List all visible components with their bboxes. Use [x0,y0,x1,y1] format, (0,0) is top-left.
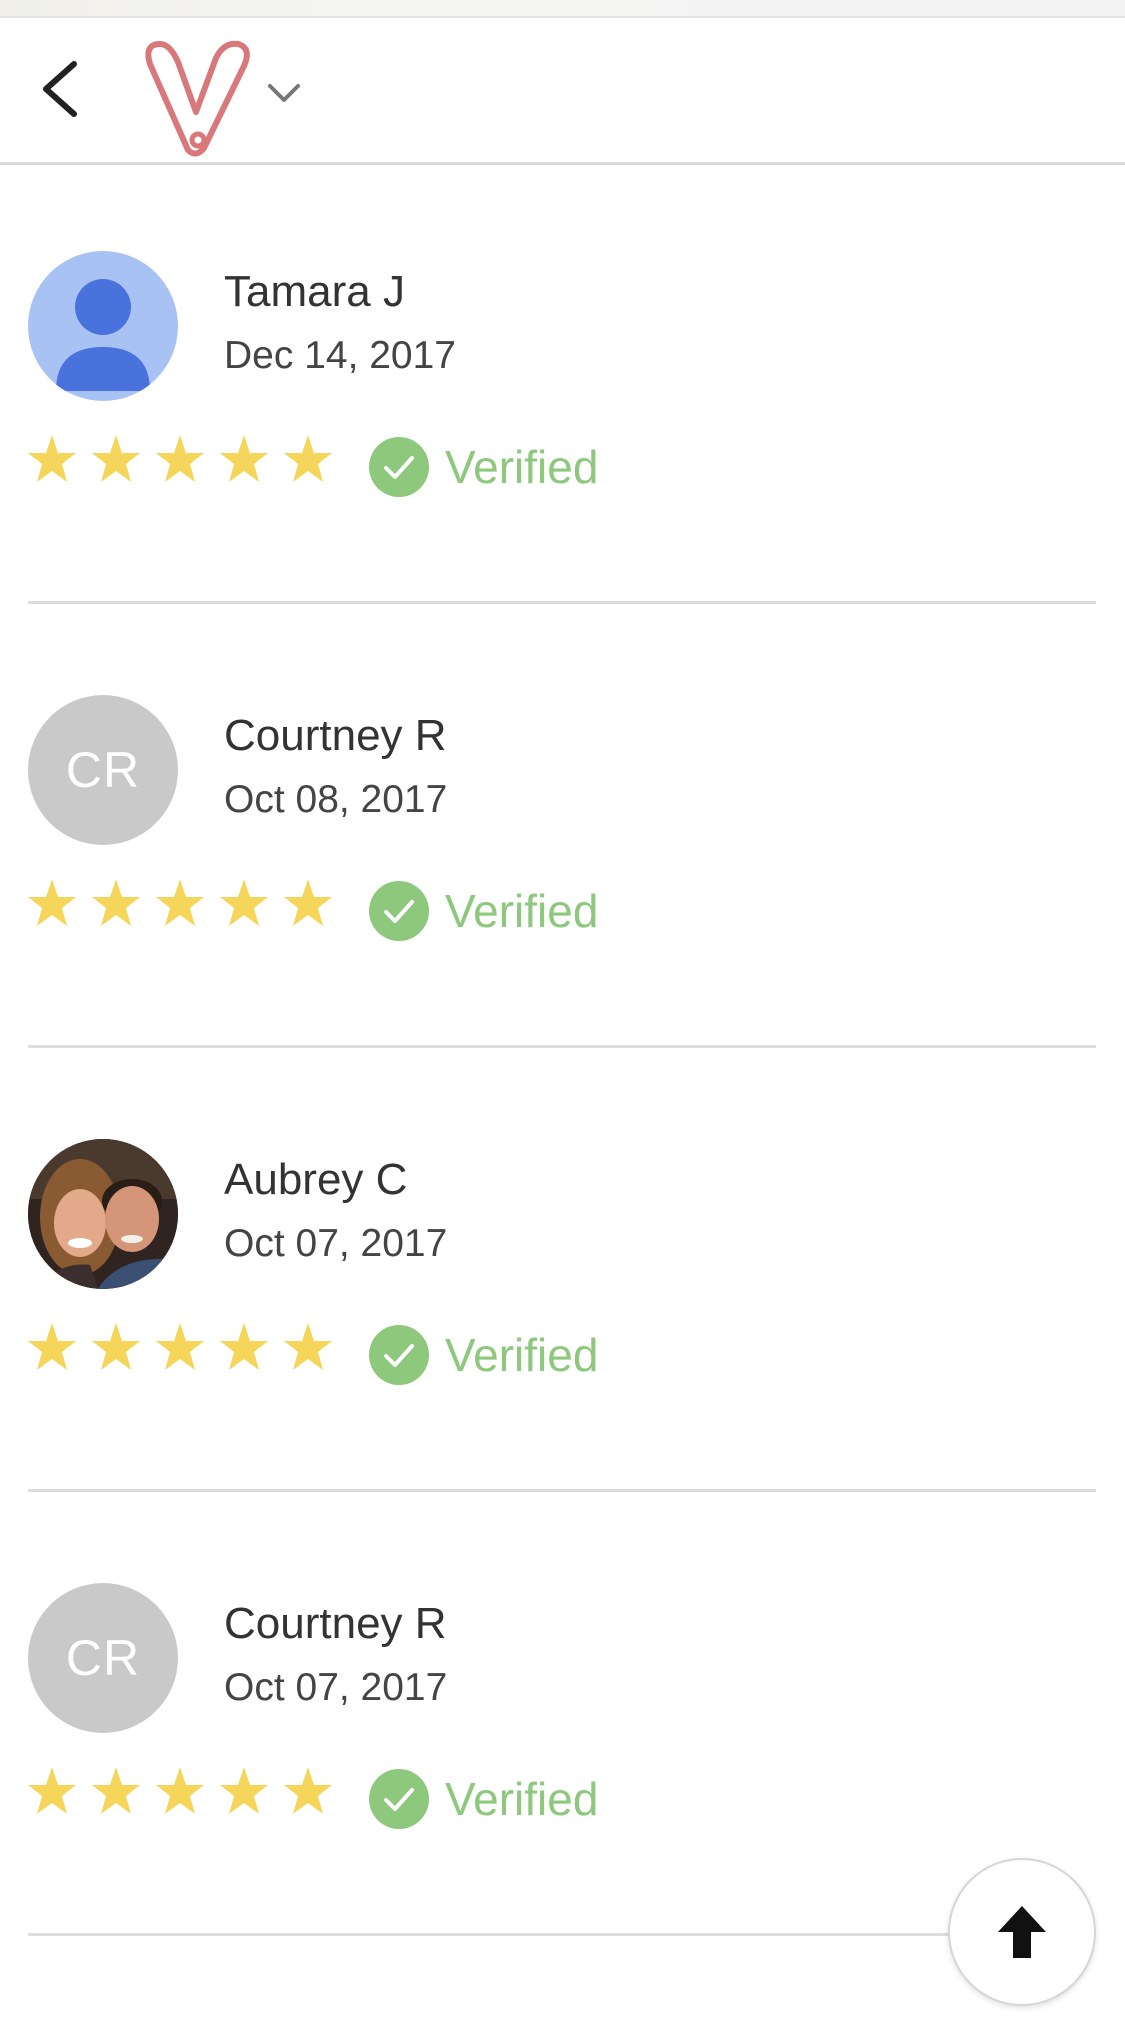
star-icon [156,435,204,482]
star-icon [156,1767,204,1814]
star-icon [156,1323,204,1370]
divider [28,1489,1096,1492]
star-rating [26,1765,346,1821]
star-icon [284,879,332,926]
divider [28,601,1096,604]
star-icon [220,879,268,926]
verified-label: Verified [445,1329,599,1381]
chevron-down-icon[interactable] [262,78,306,108]
review-item: CR Courtney R Oct 08, 2017 Verified [0,609,1125,1053]
avatar-initials: CR [65,742,141,798]
star-icon [284,1767,332,1814]
arrow-up-icon [998,1906,1046,1958]
divider [28,1933,1096,1936]
check-circle-icon [369,437,429,497]
status-bar-strip [0,0,1125,18]
verified-label: Verified [445,1773,599,1825]
star-icon [92,1323,140,1370]
avatar [28,1139,178,1289]
review-date: Oct 08, 2017 [224,778,448,821]
star-icon [220,435,268,482]
star-icon [220,1323,268,1370]
chevron-left-icon [43,61,77,117]
check-circle-icon [369,1325,429,1385]
star-icon [28,435,76,482]
v-brand-logo-icon[interactable] [138,38,256,160]
star-rating [26,433,346,489]
avatar: CR [28,1583,178,1733]
review-date: Oct 07, 2017 [224,1666,448,1709]
star-icon [220,1767,268,1814]
star-rating [26,877,346,933]
verified-label: Verified [445,441,599,493]
star-icon [92,1767,140,1814]
check-circle-icon [369,881,429,941]
star-icon [28,879,76,926]
star-icon [28,1323,76,1370]
review-date: Dec 14, 2017 [224,334,457,377]
star-icon [284,1323,332,1370]
avatar-initials: CR [65,1630,141,1686]
review-item: Aubrey C Oct 07, 2017 Verified [0,1053,1125,1497]
reviewer-name: Tamara J [224,267,405,316]
avatar [28,251,178,401]
reviewer-name: Courtney R [224,1599,447,1648]
avatar: CR [28,695,178,845]
star-icon [28,1767,76,1814]
scroll-to-top-button[interactable] [948,1858,1096,2006]
review-item: Tamara J Dec 14, 2017 Verified [0,165,1125,609]
star-icon [156,879,204,926]
back-button[interactable] [30,56,96,122]
review-date: Oct 07, 2017 [224,1222,448,1265]
generic-person-icon [56,279,150,391]
star-icon [92,879,140,926]
reviewer-name: Aubrey C [224,1155,408,1204]
check-circle-icon [369,1769,429,1829]
top-navigation-bar [0,18,1125,165]
divider [28,1045,1096,1048]
star-icon [284,435,332,482]
star-icon [92,435,140,482]
star-rating [26,1321,346,1377]
profile-photo [28,1139,178,1289]
verified-label: Verified [445,885,599,937]
review-item: CR Courtney R Oct 07, 2017 Verified [0,1497,1125,1941]
reviewer-name: Courtney R [224,711,447,760]
